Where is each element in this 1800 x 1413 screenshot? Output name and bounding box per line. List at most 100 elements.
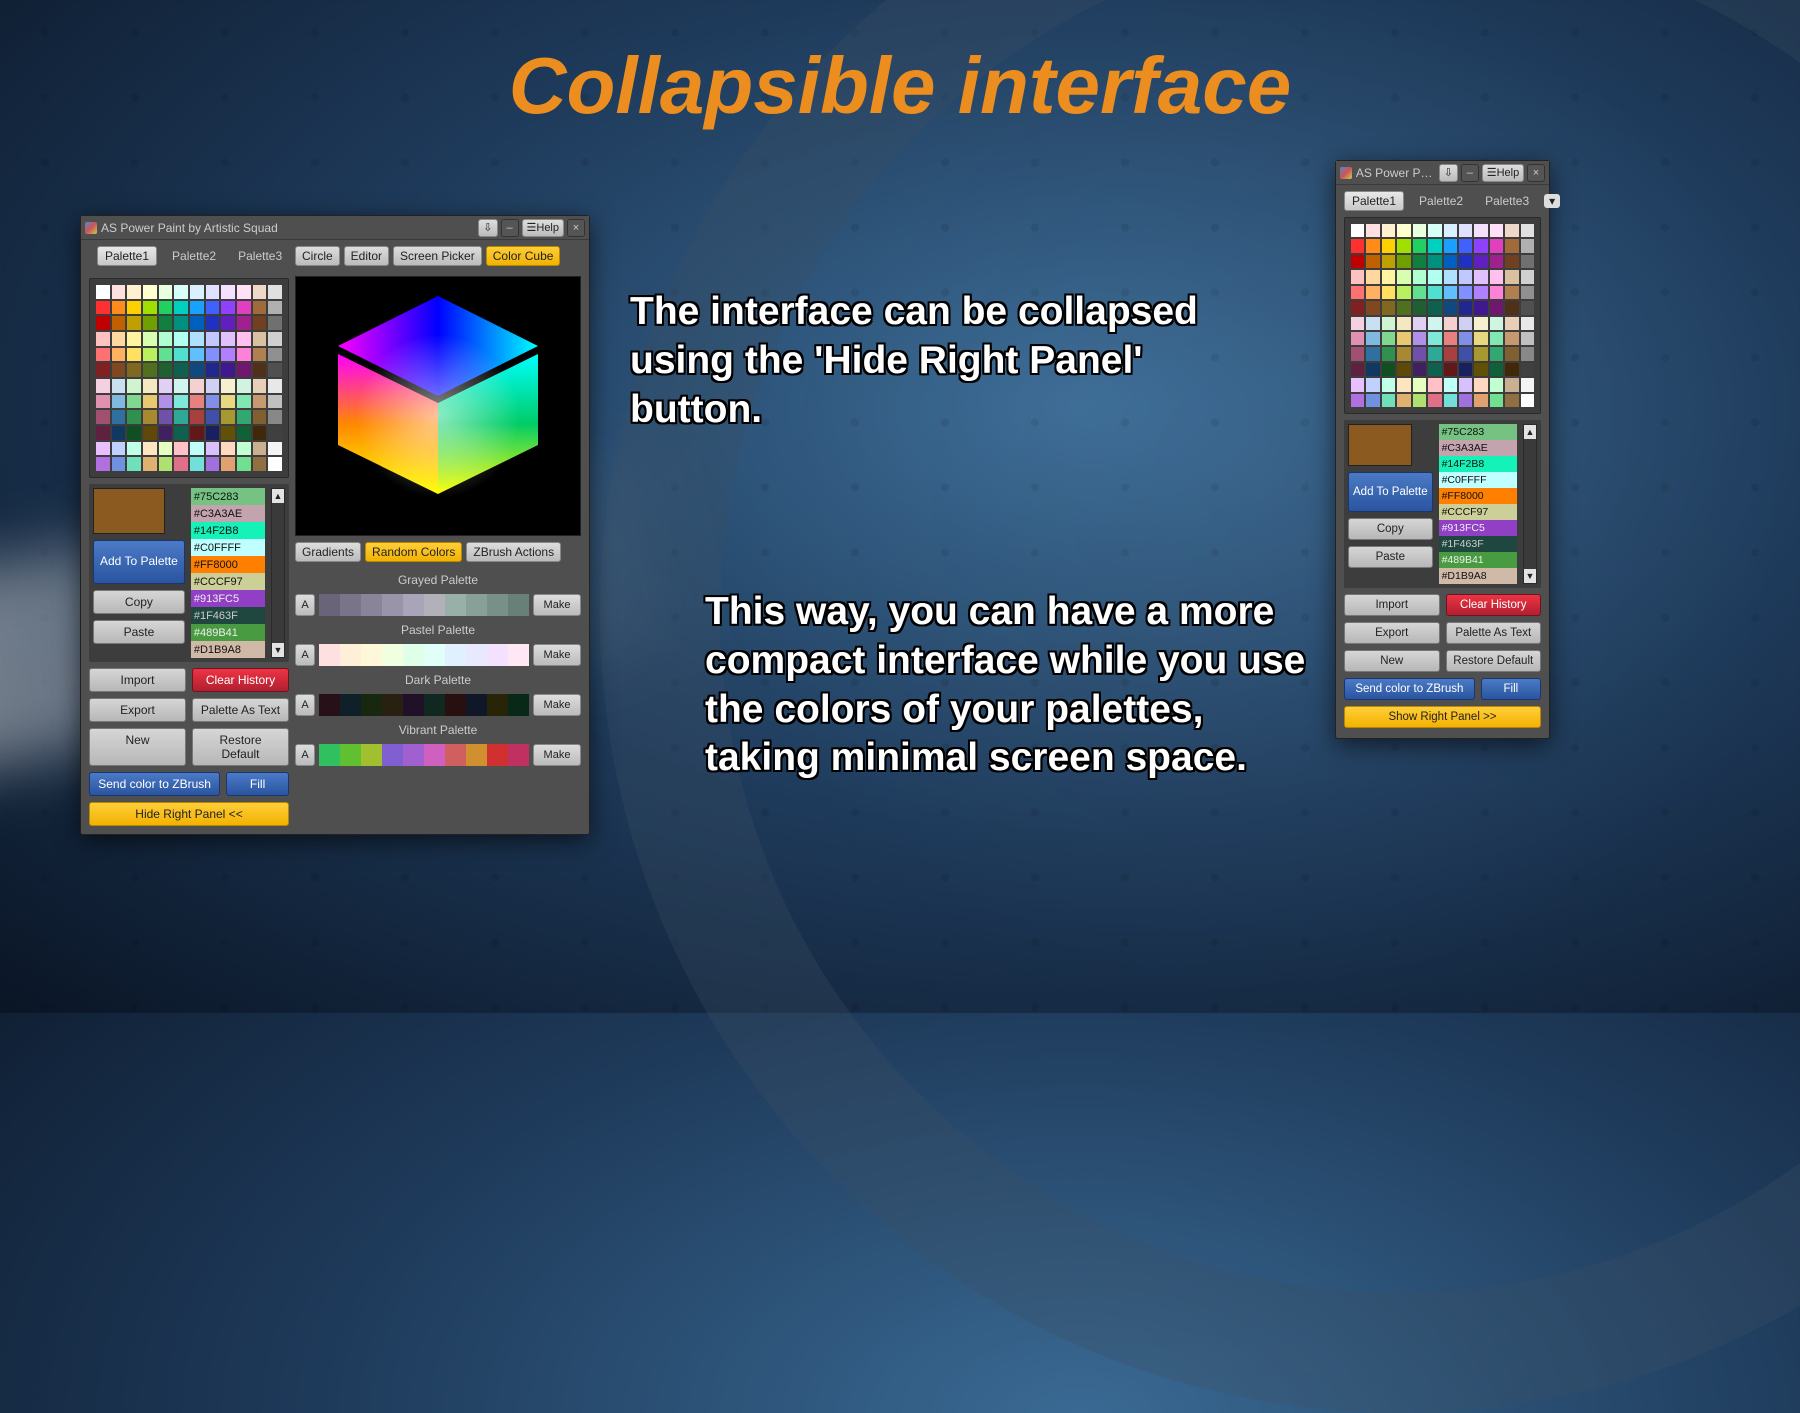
palette-swatch[interactable]: [1351, 378, 1364, 391]
palette-as-text-button[interactable]: Palette As Text: [192, 698, 289, 722]
palette-swatch[interactable]: [1366, 363, 1379, 376]
palette-swatch[interactable]: [1366, 224, 1379, 237]
subtab-random-colors[interactable]: Random Colors: [365, 542, 462, 562]
palette-swatch[interactable]: [1351, 270, 1364, 283]
palette-swatch[interactable]: [127, 363, 141, 377]
palette-swatch[interactable]: [1505, 224, 1518, 237]
history-item[interactable]: #C0FFFF: [191, 539, 265, 556]
palette-swatch[interactable]: [1366, 286, 1379, 299]
history-item[interactable]: #1F463F: [191, 607, 265, 624]
palette-swatch[interactable]: [1444, 363, 1457, 376]
palette-swatch[interactable]: [1505, 270, 1518, 283]
mini-swatch[interactable]: [340, 744, 361, 766]
palette-swatch[interactable]: [1413, 224, 1426, 237]
palette-swatch[interactable]: [1382, 255, 1395, 268]
palette-swatch[interactable]: [174, 426, 188, 440]
palette-swatch[interactable]: [112, 301, 126, 315]
add-to-palette-button[interactable]: Add To Palette: [1348, 472, 1433, 512]
history-item[interactable]: #75C283: [191, 488, 265, 505]
mini-swatch[interactable]: [487, 694, 508, 716]
palette-swatch[interactable]: [1366, 270, 1379, 283]
palette-swatch[interactable]: [127, 285, 141, 299]
mini-swatch[interactable]: [403, 744, 424, 766]
history-item[interactable]: #489B41: [191, 624, 265, 641]
palette-swatch[interactable]: [96, 426, 110, 440]
palette-swatch[interactable]: [253, 301, 267, 315]
palette-swatch[interactable]: [1474, 363, 1487, 376]
palette-swatch[interactable]: [159, 348, 173, 362]
mini-swatch[interactable]: [487, 644, 508, 666]
palette-swatch[interactable]: [190, 316, 204, 330]
palette-swatch[interactable]: [1397, 332, 1410, 345]
palette-swatch[interactable]: [221, 442, 235, 456]
mini-swatch[interactable]: [403, 644, 424, 666]
palette-swatch[interactable]: [1413, 255, 1426, 268]
restore-default-button[interactable]: Restore Default: [1446, 650, 1542, 672]
mini-swatch[interactable]: [382, 744, 403, 766]
palette-swatch[interactable]: [1428, 332, 1441, 345]
palette-swatch[interactable]: [221, 285, 235, 299]
mini-swatch[interactable]: [466, 644, 487, 666]
palette-swatch[interactable]: [1397, 347, 1410, 360]
palette-swatch[interactable]: [253, 348, 267, 362]
palette-swatch[interactable]: [1474, 332, 1487, 345]
palette-swatch[interactable]: [143, 363, 157, 377]
palette-swatch[interactable]: [1474, 224, 1487, 237]
palette-swatch[interactable]: [1397, 270, 1410, 283]
palette-swatch[interactable]: [1444, 394, 1457, 407]
palette-swatch[interactable]: [221, 379, 235, 393]
palette-swatch[interactable]: [1351, 394, 1364, 407]
palette-swatch[interactable]: [1444, 378, 1457, 391]
palette-swatch[interactable]: [174, 301, 188, 315]
palette-swatch[interactable]: [1428, 317, 1441, 330]
palette-swatch[interactable]: [112, 348, 126, 362]
palette-swatch[interactable]: [268, 363, 282, 377]
palette-swatch[interactable]: [127, 395, 141, 409]
add-to-palette-button[interactable]: Add To Palette: [93, 540, 185, 584]
palette-swatch[interactable]: [1428, 286, 1441, 299]
palette-swatch[interactable]: [1459, 317, 1472, 330]
vibrant-swatches[interactable]: [319, 744, 529, 766]
palette-swatch[interactable]: [1366, 394, 1379, 407]
palette-menu-icon[interactable]: ▾: [1544, 194, 1560, 208]
palette-swatch[interactable]: [237, 442, 251, 456]
palette-swatch[interactable]: [206, 363, 220, 377]
palette-swatch[interactable]: [1505, 378, 1518, 391]
palette-swatch[interactable]: [159, 332, 173, 346]
help-dropdown[interactable]: ☰ Help: [1482, 164, 1524, 182]
palette-swatch[interactable]: [268, 285, 282, 299]
palette-swatch[interactable]: [96, 316, 110, 330]
palette-swatch[interactable]: [1428, 394, 1441, 407]
history-item[interactable]: #FF8000: [191, 556, 265, 573]
history-scrollbar[interactable]: ▲ ▼: [271, 488, 285, 658]
palette-swatch[interactable]: [221, 332, 235, 346]
color-cube-picker[interactable]: [295, 276, 581, 536]
palette-swatch[interactable]: [190, 379, 204, 393]
mini-swatch[interactable]: [466, 594, 487, 616]
palette-swatch[interactable]: [1413, 363, 1426, 376]
mini-swatch[interactable]: [508, 594, 529, 616]
palette-swatch[interactable]: [1397, 224, 1410, 237]
palette-swatch[interactable]: [206, 410, 220, 424]
palette-swatch[interactable]: [1397, 286, 1410, 299]
palette-swatch[interactable]: [1505, 286, 1518, 299]
history-item[interactable]: #D1B9A8: [1439, 568, 1517, 584]
palette-swatch[interactable]: [221, 410, 235, 424]
palette-swatch[interactable]: [1382, 363, 1395, 376]
palette-swatch[interactable]: [1490, 332, 1503, 345]
palette-swatch[interactable]: [1444, 347, 1457, 360]
palette-swatch[interactable]: [253, 442, 267, 456]
palette-swatch[interactable]: [1459, 378, 1472, 391]
palette-swatch[interactable]: [1351, 347, 1364, 360]
palette-swatch[interactable]: [1413, 317, 1426, 330]
palette-swatch[interactable]: [1382, 332, 1395, 345]
palette-swatch[interactable]: [174, 316, 188, 330]
palette-swatch[interactable]: [237, 348, 251, 362]
palette-swatch[interactable]: [143, 332, 157, 346]
palette-swatch[interactable]: [143, 410, 157, 424]
restore-default-button[interactable]: Restore Default: [192, 728, 289, 766]
mini-swatch[interactable]: [424, 644, 445, 666]
palette-swatch[interactable]: [96, 442, 110, 456]
new-button[interactable]: New: [89, 728, 186, 766]
palette-swatch[interactable]: [253, 410, 267, 424]
